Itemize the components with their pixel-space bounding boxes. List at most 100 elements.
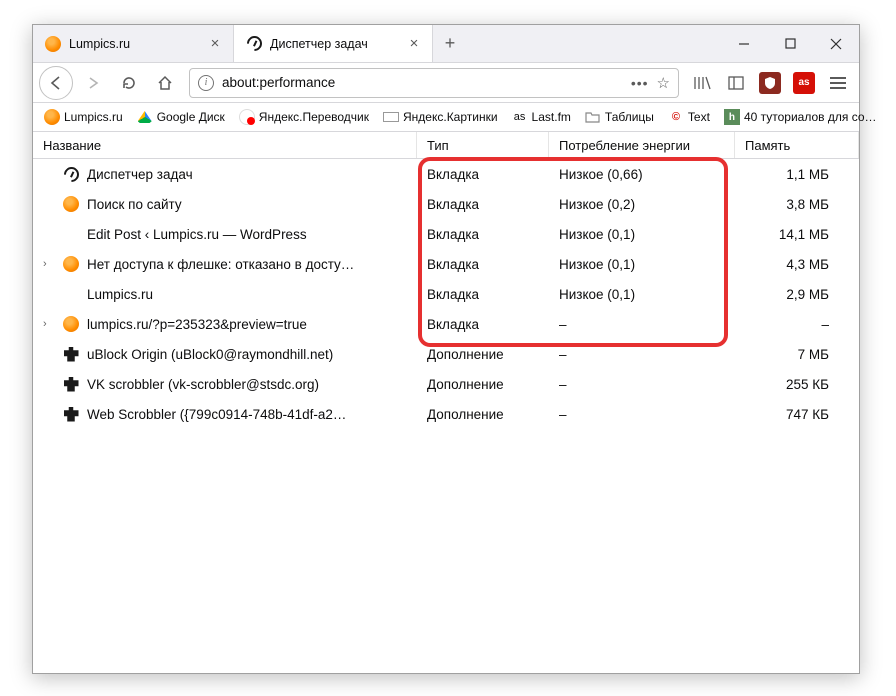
lastfm-icon: as bbox=[512, 109, 528, 125]
row-icon bbox=[63, 316, 79, 332]
bookmark-tutorials[interactable]: h 40 туториалов для со… bbox=[719, 107, 882, 127]
row-energy: – bbox=[549, 347, 735, 362]
minimize-button[interactable] bbox=[721, 25, 767, 62]
gdrive-icon bbox=[137, 109, 153, 125]
lastfm-icon[interactable]: as bbox=[789, 68, 819, 98]
row-energy: Низкое (0,1) bbox=[549, 287, 735, 302]
column-type[interactable]: Тип bbox=[417, 132, 549, 158]
url-text: about:performance bbox=[222, 75, 623, 90]
row-memory: 14,1 МБ bbox=[735, 227, 859, 242]
row-name: VK scrobbler (vk-scrobbler@stsdc.org) bbox=[87, 377, 319, 392]
row-memory: 4,3 МБ bbox=[735, 257, 859, 272]
row-icon bbox=[63, 256, 79, 272]
bookmark-label: Google Диск bbox=[157, 110, 225, 124]
forward-button[interactable] bbox=[77, 67, 109, 99]
row-energy: – bbox=[549, 377, 735, 392]
close-window-button[interactable] bbox=[813, 25, 859, 62]
table-body: Диспетчер задачВкладкаНизкое (0,66)1,1 М… bbox=[33, 159, 859, 673]
row-type: Дополнение bbox=[417, 347, 549, 362]
row-memory: 255 КБ bbox=[735, 377, 859, 392]
bookmark-label: Таблицы bbox=[605, 110, 654, 124]
tab-label: Lumpics.ru bbox=[69, 37, 199, 51]
bookmark-gdrive[interactable]: Google Диск bbox=[132, 107, 230, 127]
row-memory: – bbox=[735, 317, 859, 332]
table-row[interactable]: Диспетчер задачВкладкаНизкое (0,66)1,1 М… bbox=[33, 159, 859, 189]
bookmark-star-icon[interactable]: ☆ bbox=[657, 74, 670, 92]
bookmark-yandex-translate[interactable]: Яндекс.Переводчик bbox=[234, 107, 374, 127]
bookmark-label: 40 туториалов для со… bbox=[744, 110, 877, 124]
row-energy: – bbox=[549, 407, 735, 422]
new-tab-button[interactable]: + bbox=[433, 25, 467, 62]
row-type: Дополнение bbox=[417, 407, 549, 422]
row-energy: Низкое (0,2) bbox=[549, 197, 735, 212]
table-row[interactable]: › lumpics.ru/?p=235323&preview=true Вкладк… bbox=[33, 309, 859, 339]
ublock-icon[interactable] bbox=[755, 68, 785, 98]
tab-lumpics[interactable]: Lumpics.ru × bbox=[33, 25, 233, 62]
row-icon bbox=[63, 376, 79, 392]
bookmark-lumpics[interactable]: Lumpics.ru bbox=[39, 107, 128, 127]
row-name: Поиск по сайту bbox=[87, 197, 182, 212]
row-memory: 2,9 МБ bbox=[735, 287, 859, 302]
bookmark-yandex-images[interactable]: Яндекс.Картинки bbox=[378, 107, 503, 127]
orange-icon bbox=[45, 36, 61, 52]
tab-bar: Lumpics.ru × Диспетчер задач × + bbox=[33, 25, 859, 63]
bookmark-text[interactable]: ©Text bbox=[663, 107, 715, 127]
row-type: Вкладка bbox=[417, 317, 549, 332]
row-energy: Низкое (0,1) bbox=[549, 257, 735, 272]
column-name[interactable]: Название bbox=[33, 132, 417, 158]
yandex-icon bbox=[239, 109, 255, 125]
bookmark-lastfm[interactable]: asLast.fm bbox=[507, 107, 576, 127]
sidebar-icon[interactable] bbox=[721, 68, 751, 98]
browser-window: Lumpics.ru × Диспетчер задач × + i about… bbox=[32, 24, 860, 674]
expand-icon[interactable]: › bbox=[43, 318, 55, 330]
maximize-button[interactable] bbox=[767, 25, 813, 62]
row-icon bbox=[63, 226, 79, 242]
row-icon bbox=[63, 406, 79, 422]
table-row[interactable]: uBlock Origin (uBlock0@raymondhill.net) Д… bbox=[33, 339, 859, 369]
close-icon[interactable]: × bbox=[406, 36, 422, 52]
tab-task-manager[interactable]: Диспетчер задач × bbox=[233, 25, 433, 62]
row-name: Lumpics.ru bbox=[87, 287, 153, 302]
close-icon[interactable]: × bbox=[207, 36, 223, 52]
column-energy[interactable]: Потребление энергии bbox=[549, 132, 735, 158]
row-name: Нет доступа к флешке: отказано в досту… bbox=[87, 257, 354, 272]
reload-button[interactable] bbox=[113, 67, 145, 99]
row-name: Edit Post ‹ Lumpics.ru — WordPress bbox=[87, 227, 307, 242]
table-row[interactable]: Поиск по сайтуВкладкаНизкое (0,2)3,8 МБ bbox=[33, 189, 859, 219]
nav-toolbar: i about:performance ••• ☆ as bbox=[33, 63, 859, 103]
address-bar[interactable]: i about:performance ••• ☆ bbox=[189, 68, 679, 98]
gauge-icon bbox=[246, 36, 262, 52]
row-name: Диспетчер задач bbox=[87, 167, 193, 182]
column-memory[interactable]: Память bbox=[735, 132, 859, 158]
row-type: Вкладка bbox=[417, 167, 549, 182]
table-row[interactable]: VK scrobbler (vk-scrobbler@stsdc.org)Доп… bbox=[33, 369, 859, 399]
row-icon bbox=[63, 196, 79, 212]
table-row[interactable]: Web Scrobbler ({799c0914-748b-41df-a2…До… bbox=[33, 399, 859, 429]
expand-icon[interactable]: › bbox=[43, 258, 55, 270]
home-button[interactable] bbox=[149, 67, 181, 99]
row-icon bbox=[63, 346, 79, 362]
bookmark-label: Lumpics.ru bbox=[64, 110, 123, 124]
table-row[interactable]: › Нет доступа к флешке: отказано в досту…… bbox=[33, 249, 859, 279]
row-memory: 3,8 МБ bbox=[735, 197, 859, 212]
row-memory: 747 КБ bbox=[735, 407, 859, 422]
page-actions-icon[interactable]: ••• bbox=[631, 75, 649, 91]
bookmark-label: Яндекс.Картинки bbox=[403, 110, 498, 124]
row-icon bbox=[63, 286, 79, 302]
row-type: Вкладка bbox=[417, 287, 549, 302]
library-icon[interactable] bbox=[687, 68, 717, 98]
row-type: Вкладка bbox=[417, 227, 549, 242]
row-memory: 1,1 МБ bbox=[735, 167, 859, 182]
menu-button[interactable] bbox=[823, 77, 853, 89]
table-row[interactable]: Edit Post ‹ Lumpics.ru — WordPress Вкладк… bbox=[33, 219, 859, 249]
site-info-icon[interactable]: i bbox=[198, 75, 214, 91]
h-icon: h bbox=[724, 109, 740, 125]
table-row[interactable]: Lumpics.ru ВкладкаНизкое (0,1)2,9 МБ bbox=[33, 279, 859, 309]
c-icon: © bbox=[668, 109, 684, 125]
window-controls bbox=[721, 25, 859, 62]
row-name: uBlock Origin (uBlock0@raymondhill.net) bbox=[87, 347, 333, 362]
bookmarks-bar: Lumpics.ru Google Диск Яндекс.Переводчик… bbox=[33, 103, 859, 132]
bookmark-tables[interactable]: Таблицы bbox=[580, 107, 659, 127]
back-button[interactable] bbox=[39, 66, 73, 100]
row-name: lumpics.ru/?p=235323&preview=true bbox=[87, 317, 307, 332]
